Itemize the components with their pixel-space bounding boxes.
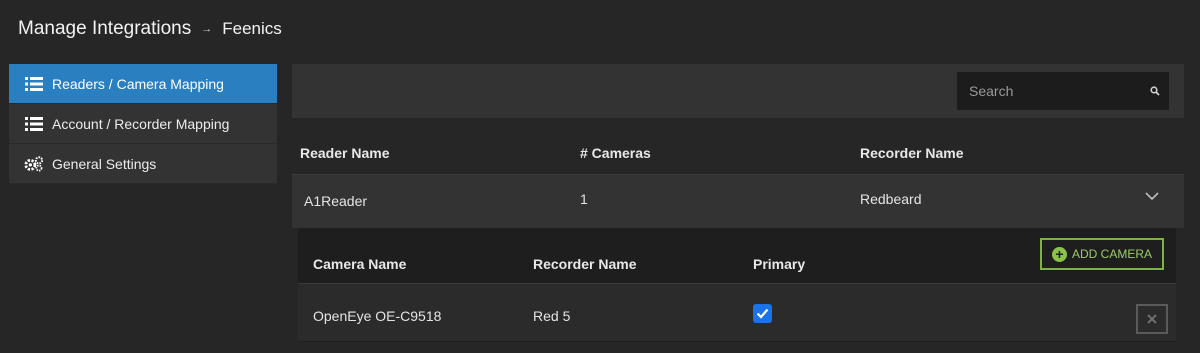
primary-checkbox[interactable] bbox=[753, 304, 772, 323]
sidebar-item-readers-camera-mapping[interactable]: Readers / Camera Mapping bbox=[9, 64, 277, 104]
search-box[interactable] bbox=[957, 72, 1169, 110]
toolbar bbox=[292, 64, 1184, 118]
sidebar-item-label: Readers / Camera Mapping bbox=[52, 75, 224, 92]
camera-subtable: Camera Name Recorder Name Primary + ADD … bbox=[298, 228, 1176, 342]
cameras-count-cell: 1 bbox=[580, 191, 588, 207]
sidebar: Readers / Camera Mapping Account / Recor… bbox=[9, 64, 277, 184]
recorder-name-cell: Redbeard bbox=[860, 191, 922, 207]
plus-circle-icon: + bbox=[1051, 246, 1067, 262]
camera-row: OpenEye OE-C9518 Red 5 bbox=[298, 284, 1176, 341]
camera-table-header: Camera Name Recorder Name Primary + ADD … bbox=[298, 228, 1176, 284]
table-header: Reader Name # Cameras Recorder Name bbox=[292, 118, 1184, 174]
breadcrumb: Manage Integrations → Feenics bbox=[18, 16, 282, 42]
column-header-reader-name[interactable]: Reader Name bbox=[300, 145, 390, 161]
search-input[interactable] bbox=[969, 83, 1150, 99]
column-header-camera-name: Camera Name bbox=[313, 256, 407, 272]
sidebar-item-account-recorder-mapping[interactable]: Account / Recorder Mapping bbox=[9, 104, 277, 144]
close-icon bbox=[1147, 314, 1157, 324]
column-header-cameras[interactable]: # Cameras bbox=[580, 145, 651, 161]
column-header-primary: Primary bbox=[753, 256, 806, 272]
camera-recorder-name-cell: Red 5 bbox=[533, 308, 571, 324]
table-row[interactable]: A1Reader 1 Redbeard bbox=[292, 174, 1184, 228]
add-camera-label: ADD CAMERA bbox=[1071, 247, 1152, 261]
search-icon[interactable] bbox=[1150, 86, 1160, 96]
page-subtitle: Feenics bbox=[222, 19, 282, 38]
camera-name-cell: OpenEye OE-C9518 bbox=[313, 308, 442, 324]
sidebar-item-label: Account / Recorder Mapping bbox=[52, 115, 230, 132]
add-camera-button[interactable]: + ADD CAMERA bbox=[1040, 238, 1164, 270]
sidebar-item-general-settings[interactable]: General Settings bbox=[9, 144, 277, 184]
sidebar-item-label: General Settings bbox=[52, 155, 157, 172]
list-icon bbox=[24, 76, 44, 92]
reader-name-cell: A1Reader bbox=[304, 193, 368, 209]
column-header-recorder-name: Recorder Name bbox=[533, 256, 637, 272]
gears-icon bbox=[24, 155, 44, 172]
breadcrumb-arrow-icon: → bbox=[201, 23, 213, 35]
main-panel: Reader Name # Cameras Recorder Name A1Re… bbox=[292, 64, 1184, 342]
chevron-down-icon[interactable] bbox=[1144, 189, 1160, 201]
column-header-recorder-name[interactable]: Recorder Name bbox=[860, 145, 964, 161]
delete-camera-button[interactable] bbox=[1136, 304, 1168, 334]
list-icon bbox=[24, 116, 44, 132]
page-title: Manage Integrations bbox=[18, 18, 192, 39]
